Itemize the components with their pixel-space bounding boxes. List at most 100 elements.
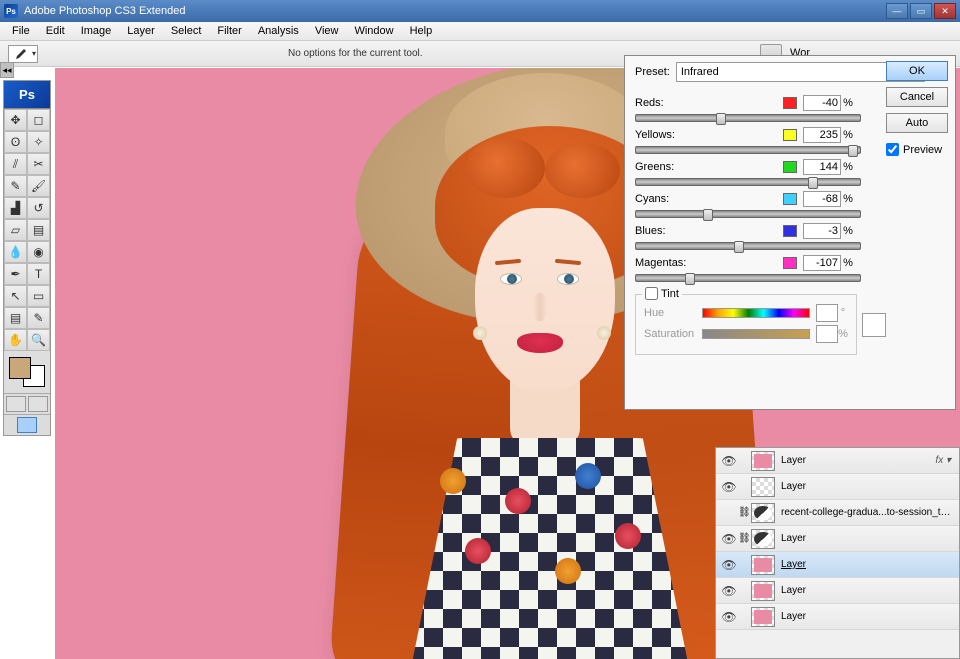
move-tool[interactable]: ✥ <box>4 109 27 131</box>
layer-thumbnail[interactable] <box>751 529 775 549</box>
slider-thumb[interactable] <box>808 177 818 189</box>
eyedropper-tool[interactable]: ✎ <box>27 307 50 329</box>
tool-preset-picker[interactable]: ▾ <box>8 45 38 63</box>
dodge-tool[interactable]: ◉ <box>27 241 50 263</box>
eraser-tool[interactable]: ▱ <box>4 219 27 241</box>
menu-edit[interactable]: Edit <box>38 23 73 39</box>
history-brush-tool[interactable]: ↺ <box>27 197 50 219</box>
panel-collapse-tab[interactable]: ◂◂ <box>0 62 14 78</box>
toolbox-header[interactable]: Ps <box>4 81 50 109</box>
color-swatches[interactable] <box>9 357 45 387</box>
layer-name[interactable]: Layer <box>778 611 955 622</box>
marquee-tool[interactable]: ◻ <box>27 109 50 131</box>
layer-row[interactable]: 👁 Layer <box>716 578 959 604</box>
layer-thumbnail[interactable] <box>751 555 775 575</box>
layer-name[interactable]: Layer <box>778 559 955 570</box>
layer-thumbnail[interactable] <box>751 451 775 471</box>
zoom-tool[interactable]: 🔍 <box>27 329 50 351</box>
visibility-toggle[interactable]: 👁 <box>720 610 738 624</box>
quick-mask-button[interactable] <box>28 396 48 412</box>
cancel-button[interactable]: Cancel <box>886 87 948 107</box>
slider-value-input[interactable] <box>803 191 841 207</box>
slider-track[interactable] <box>635 178 861 186</box>
tint-checkbox[interactable] <box>645 287 658 300</box>
slider-track[interactable] <box>635 146 861 154</box>
crop-tool[interactable]: ⫽ <box>4 153 27 175</box>
saturation-slider[interactable] <box>702 329 810 339</box>
gradient-tool[interactable]: ▤ <box>27 219 50 241</box>
standard-mode-button[interactable] <box>6 396 26 412</box>
path-selection-tool[interactable]: ↖ <box>4 285 27 307</box>
blur-tool[interactable]: 💧 <box>4 241 27 263</box>
close-button[interactable]: ✕ <box>934 3 956 19</box>
menu-window[interactable]: Window <box>346 23 401 39</box>
slider-thumb[interactable] <box>685 273 695 285</box>
menu-layer[interactable]: Layer <box>119 23 163 39</box>
stamp-tool[interactable]: ▟ <box>4 197 27 219</box>
layer-row[interactable]: 👁⛓Layer <box>716 526 959 552</box>
layer-name[interactable]: Layer <box>778 533 955 544</box>
layer-name[interactable]: Layer <box>778 455 935 466</box>
menu-help[interactable]: Help <box>402 23 441 39</box>
auto-button[interactable]: Auto <box>886 113 948 133</box>
slider-thumb[interactable] <box>703 209 713 221</box>
notes-tool[interactable]: ▤ <box>4 307 27 329</box>
fx-indicator[interactable]: fx ▾ <box>935 455 955 466</box>
menu-image[interactable]: Image <box>73 23 120 39</box>
slider-thumb[interactable] <box>848 145 858 157</box>
slider-value-input[interactable] <box>803 223 841 239</box>
menu-select[interactable]: Select <box>163 23 210 39</box>
slider-value-input[interactable] <box>803 127 841 143</box>
hue-slider[interactable] <box>702 308 810 318</box>
layer-name[interactable]: Layer <box>778 481 955 492</box>
visibility-toggle[interactable]: 👁 <box>720 480 738 494</box>
layer-name[interactable]: recent-college-gradua...to-session_t20_j… <box>778 507 955 518</box>
slider-value-input[interactable] <box>803 255 841 271</box>
tint-color-swatch[interactable] <box>862 313 886 337</box>
layer-name[interactable]: Layer <box>778 585 955 596</box>
layer-row[interactable]: 👁 Layer <box>716 604 959 630</box>
hue-swatch[interactable] <box>816 304 838 322</box>
lasso-tool[interactable]: ʘ <box>4 131 27 153</box>
healing-brush-tool[interactable]: ✎ <box>4 175 27 197</box>
magic-wand-tool[interactable]: ✧ <box>27 131 50 153</box>
slider-track[interactable] <box>635 210 861 218</box>
pen-tool[interactable]: ✒ <box>4 263 27 285</box>
layer-row[interactable]: 👁 Layer <box>716 552 959 578</box>
saturation-swatch[interactable] <box>816 325 838 343</box>
slider-track[interactable] <box>635 274 861 282</box>
slider-value-input[interactable] <box>803 159 841 175</box>
slider-thumb[interactable] <box>716 113 726 125</box>
menu-view[interactable]: View <box>307 23 347 39</box>
shape-tool[interactable]: ▭ <box>27 285 50 307</box>
layer-thumbnail[interactable] <box>751 503 775 523</box>
brush-tool[interactable]: 🖌 <box>27 175 50 197</box>
foreground-color-swatch[interactable] <box>9 357 31 379</box>
menu-bar: FileEditImageLayerSelectFilterAnalysisVi… <box>0 22 960 41</box>
ok-button[interactable]: OK <box>886 61 948 81</box>
layer-row[interactable]: 👁 Layerfx ▾ <box>716 448 959 474</box>
slice-tool[interactable]: ✂ <box>27 153 50 175</box>
menu-filter[interactable]: Filter <box>209 23 249 39</box>
layer-thumbnail[interactable] <box>751 581 775 601</box>
hand-tool[interactable]: ✋ <box>4 329 27 351</box>
layer-thumbnail[interactable] <box>751 607 775 627</box>
minimize-button[interactable]: ― <box>886 3 908 19</box>
slider-value-input[interactable] <box>803 95 841 111</box>
maximize-button[interactable]: ▭ <box>910 3 932 19</box>
layer-thumbnail[interactable] <box>751 477 775 497</box>
slider-track[interactable] <box>635 242 861 250</box>
visibility-toggle[interactable]: 👁 <box>720 558 738 572</box>
visibility-toggle[interactable]: 👁 <box>720 454 738 468</box>
menu-analysis[interactable]: Analysis <box>250 23 307 39</box>
screen-mode-button[interactable] <box>17 417 37 433</box>
layer-row[interactable]: ⛓recent-college-gradua...to-session_t20_… <box>716 500 959 526</box>
visibility-toggle[interactable]: 👁 <box>720 532 738 546</box>
preview-checkbox[interactable] <box>886 143 899 156</box>
slider-thumb[interactable] <box>734 241 744 253</box>
menu-file[interactable]: File <box>4 23 38 39</box>
slider-track[interactable] <box>635 114 861 122</box>
type-tool[interactable]: T <box>27 263 50 285</box>
layer-row[interactable]: 👁 Layer <box>716 474 959 500</box>
visibility-toggle[interactable]: 👁 <box>720 584 738 598</box>
